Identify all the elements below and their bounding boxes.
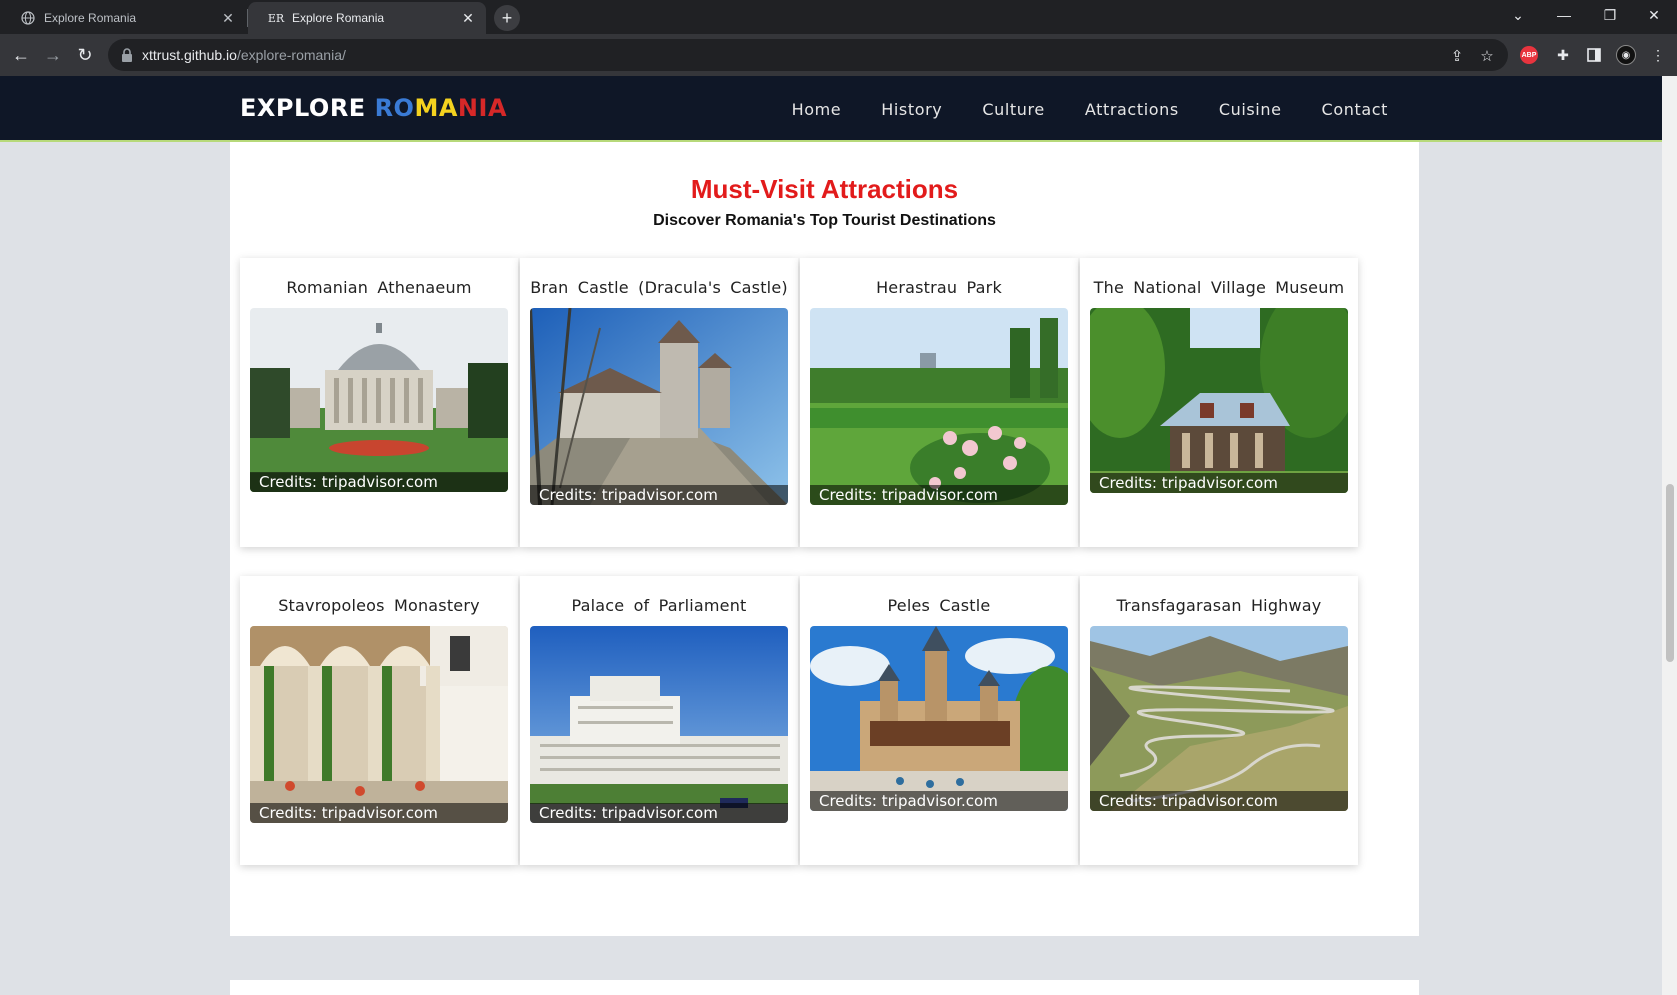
parliament-image	[530, 626, 788, 823]
photo-credit: Credits: tripadvisor.com	[250, 472, 508, 492]
attraction-photo: Credits: tripadvisor.com	[810, 626, 1068, 811]
star-icon[interactable]: ☆	[1478, 47, 1496, 65]
close-window-icon[interactable]: ✕	[1631, 0, 1677, 30]
photo-credit: Credits: tripadvisor.com	[810, 485, 1068, 505]
browser-tab-1[interactable]: Explore Romania ✕	[0, 2, 246, 34]
browser-tab-2-active[interactable]: ER Explore Romania ✕	[248, 2, 486, 34]
close-tab-icon[interactable]: ✕	[460, 10, 476, 27]
attraction-card[interactable]: The National Village Museum Credits: tri…	[1080, 258, 1358, 547]
nav-link-contact[interactable]: Contact	[1322, 100, 1388, 119]
tab-title: Explore Romania	[44, 11, 137, 25]
globe-icon	[20, 10, 36, 26]
sidepanel-icon[interactable]	[1584, 45, 1604, 65]
url-text: xttrust.github.io/explore-romania/	[142, 47, 346, 63]
section-title: Must-Visit Attractions	[690, 174, 959, 204]
attraction-photo: Credits: tripadvisor.com	[530, 308, 788, 505]
attraction-card[interactable]: Herastrau Park Credits: tripadvisor.com	[800, 258, 1078, 547]
nav-link-history[interactable]: History	[881, 100, 942, 119]
attraction-name: Stavropoleos Monastery	[278, 596, 480, 615]
close-tab-icon[interactable]: ✕	[220, 10, 236, 27]
photo-credit: Credits: tripadvisor.com	[1090, 473, 1348, 493]
site-navbar: EXPLORE ROMANIA Home History Culture Att…	[0, 76, 1662, 142]
minimize-icon[interactable]: —	[1541, 0, 1587, 30]
attraction-card[interactable]: Peles Castle Credits: tripadvisor.com	[800, 576, 1078, 865]
browser-toolbar: ← → ↻ xttrust.github.io/explore-romania/…	[0, 34, 1677, 76]
attraction-name: Peles Castle	[887, 596, 991, 615]
share-icon[interactable]: ⇪	[1448, 47, 1466, 65]
photo-credit: Credits: tripadvisor.com	[1090, 791, 1348, 811]
attraction-photo: Credits: tripadvisor.com	[810, 308, 1068, 505]
puzzle-icon[interactable]: ✚	[1553, 45, 1573, 65]
peles-castle-image	[810, 626, 1068, 811]
attraction-name: The National Village Museum	[1093, 278, 1345, 297]
attraction-name: Bran Castle (Dracula's Castle)	[530, 278, 788, 297]
attraction-card[interactable]: Romanian Athenaeum Credits: tripadvisor.…	[240, 258, 518, 547]
transfagarasan-image	[1090, 626, 1348, 811]
bran-castle-image	[530, 308, 788, 505]
back-arrow-icon[interactable]: ←	[8, 42, 34, 68]
next-section	[230, 980, 1419, 995]
attraction-card[interactable]: Transfagarasan Highway Credits: tripadvi…	[1080, 576, 1358, 865]
menu-icon[interactable]: ⋮	[1648, 45, 1668, 65]
attraction-card[interactable]: Palace of Parliament Credits: tripadviso…	[520, 576, 798, 865]
er-favicon-icon: ER	[267, 11, 285, 25]
attraction-name: Palace of Parliament	[571, 596, 747, 615]
attraction-photo: Credits: tripadvisor.com	[530, 626, 788, 823]
attraction-name: Romanian Athenaeum	[286, 278, 472, 297]
site-logo[interactable]: EXPLORE ROMANIA	[240, 94, 507, 122]
vertical-scrollbar[interactable]	[1662, 76, 1677, 995]
attraction-photo: Credits: tripadvisor.com	[1090, 308, 1348, 493]
village-museum-image	[1090, 308, 1348, 493]
scrollbar-thumb[interactable]	[1666, 484, 1674, 662]
address-bar[interactable]: xttrust.github.io/explore-romania/ ⇪ ☆	[108, 39, 1508, 71]
restore-icon[interactable]: ❐	[1587, 0, 1633, 30]
attraction-name: Transfagarasan Highway	[1116, 596, 1322, 615]
reload-icon[interactable]: ↻	[72, 42, 98, 68]
stavropoleos-image	[250, 626, 508, 823]
nav-link-cuisine[interactable]: Cuisine	[1219, 100, 1282, 119]
nav-link-culture[interactable]: Culture	[982, 100, 1044, 119]
lock-icon	[120, 47, 136, 63]
photo-credit: Credits: tripadvisor.com	[530, 803, 788, 823]
main-menu: Home History Culture Attractions Cuisine…	[792, 76, 1388, 142]
photo-credit: Credits: tripadvisor.com	[530, 485, 788, 505]
browser-tab-strip: Explore Romania ✕ ER Explore Romania ✕ +…	[0, 0, 1677, 34]
page-viewport: EXPLORE ROMANIA Home History Culture Att…	[0, 76, 1662, 995]
new-tab-button[interactable]: +	[494, 5, 520, 31]
nav-link-attractions[interactable]: Attractions	[1085, 100, 1179, 119]
photo-credit: Credits: tripadvisor.com	[250, 803, 508, 823]
attraction-card[interactable]: Bran Castle (Dracula's Castle) Credits: …	[520, 258, 798, 547]
attraction-photo: Credits: tripadvisor.com	[250, 308, 508, 492]
attraction-photo: Credits: tripadvisor.com	[1090, 626, 1348, 811]
attraction-name: Herastrau Park	[876, 278, 1002, 297]
herastrau-park-image	[810, 308, 1068, 505]
attraction-photo: Credits: tripadvisor.com	[250, 626, 508, 823]
nav-link-home[interactable]: Home	[792, 100, 842, 119]
attraction-card[interactable]: Stavropoleos Monastery Credits: tripadvi…	[240, 576, 518, 865]
tab-title: Explore Romania	[292, 11, 385, 25]
profile-icon[interactable]: ◉	[1616, 45, 1636, 65]
abp-icon[interactable]: ABP	[1520, 46, 1538, 64]
forward-arrow-icon[interactable]: →	[40, 42, 66, 68]
attractions-section: Must-Visit Attractions Discover Romania'…	[230, 142, 1419, 936]
section-subtitle: Discover Romania's Top Tourist Destinati…	[653, 212, 996, 229]
athenaeum-image	[250, 308, 508, 492]
tab-search-icon[interactable]: ⌄	[1495, 0, 1541, 30]
photo-credit: Credits: tripadvisor.com	[810, 791, 1068, 811]
